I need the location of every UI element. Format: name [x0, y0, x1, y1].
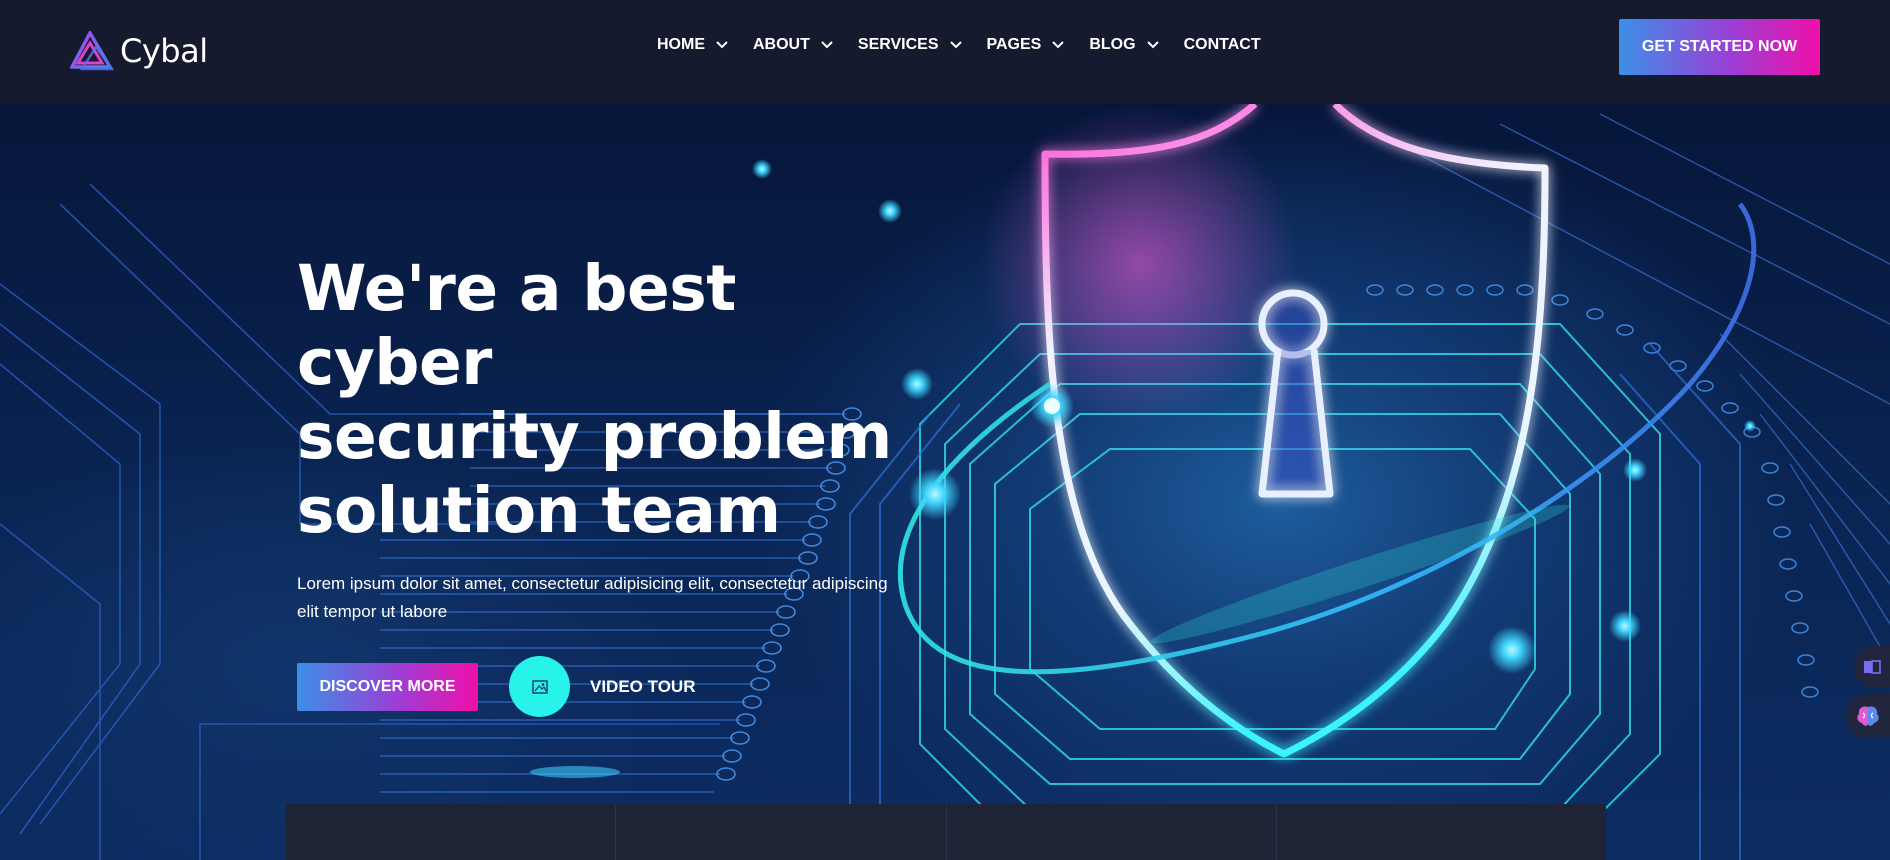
service-card[interactable] [616, 804, 947, 860]
get-started-button[interactable]: GET STARTED NOW [1619, 19, 1820, 75]
side-widget-book[interactable] [1854, 646, 1890, 688]
site-header: Cybal HOME ABOUT SERVICES PAGES BLOG CON… [0, 0, 1890, 104]
chevron-down-icon [1052, 41, 1065, 49]
video-tour-label: VIDEO TOUR [590, 676, 696, 696]
discover-more-button[interactable]: DISCOVER MORE [297, 662, 478, 711]
chevron-down-icon [821, 41, 833, 49]
main-nav: HOME ABOUT SERVICES PAGES BLOG CONTACT [657, 36, 1261, 54]
triangle-logo-icon [70, 31, 114, 71]
hero-background-art [0, 104, 1890, 860]
hero-title-line: solution team [297, 474, 781, 547]
nav-item-label: PAGES [986, 36, 1042, 53]
nav-item-services[interactable]: SERVICES [858, 36, 963, 54]
chevron-down-icon [949, 41, 962, 49]
nav-item-pages[interactable]: PAGES [987, 36, 1066, 54]
hero-section: We're a best cyber security problem solu… [0, 104, 1890, 860]
brand-name: Cybal [120, 32, 208, 70]
logo[interactable]: Cybal [70, 30, 208, 72]
hero-description: Lorem ipsum dolor sit amet, consectetur … [297, 574, 888, 621]
book-icon [1864, 660, 1881, 674]
hero-title: We're a best cyber security problem solu… [297, 252, 917, 548]
hero-actions: DISCOVER MORE VIDEO TOUR [297, 656, 937, 717]
hero-content: We're a best cyber security problem solu… [297, 252, 937, 717]
chevron-down-icon [716, 41, 728, 49]
service-card[interactable] [1277, 804, 1606, 860]
nav-item-label: HOME [657, 36, 705, 53]
nav-item-blog[interactable]: BLOG [1089, 36, 1159, 54]
nav-item-contact[interactable]: CONTACT [1184, 36, 1261, 54]
service-cards-strip [286, 804, 1606, 860]
video-play-button[interactable] [509, 656, 570, 717]
nav-item-about[interactable]: ABOUT [753, 36, 834, 54]
chevron-down-icon [1146, 41, 1159, 49]
service-card[interactable] [947, 804, 1277, 860]
nav-item-label: SERVICES [857, 36, 939, 53]
video-tour-link[interactable]: VIDEO TOUR [509, 656, 695, 717]
nav-item-label: BLOG [1089, 36, 1136, 53]
nav-item-label: CONTACT [1183, 36, 1261, 53]
hero-title-line: We're a best cyber [297, 252, 736, 399]
side-widget-brain[interactable] [1846, 694, 1890, 738]
brain-icon [1857, 706, 1879, 726]
nav-item-home[interactable]: HOME [657, 36, 729, 54]
nav-item-label: ABOUT [753, 36, 810, 53]
service-card[interactable] [286, 804, 617, 860]
image-icon [531, 679, 548, 694]
hero-title-line: security problem [297, 400, 892, 473]
